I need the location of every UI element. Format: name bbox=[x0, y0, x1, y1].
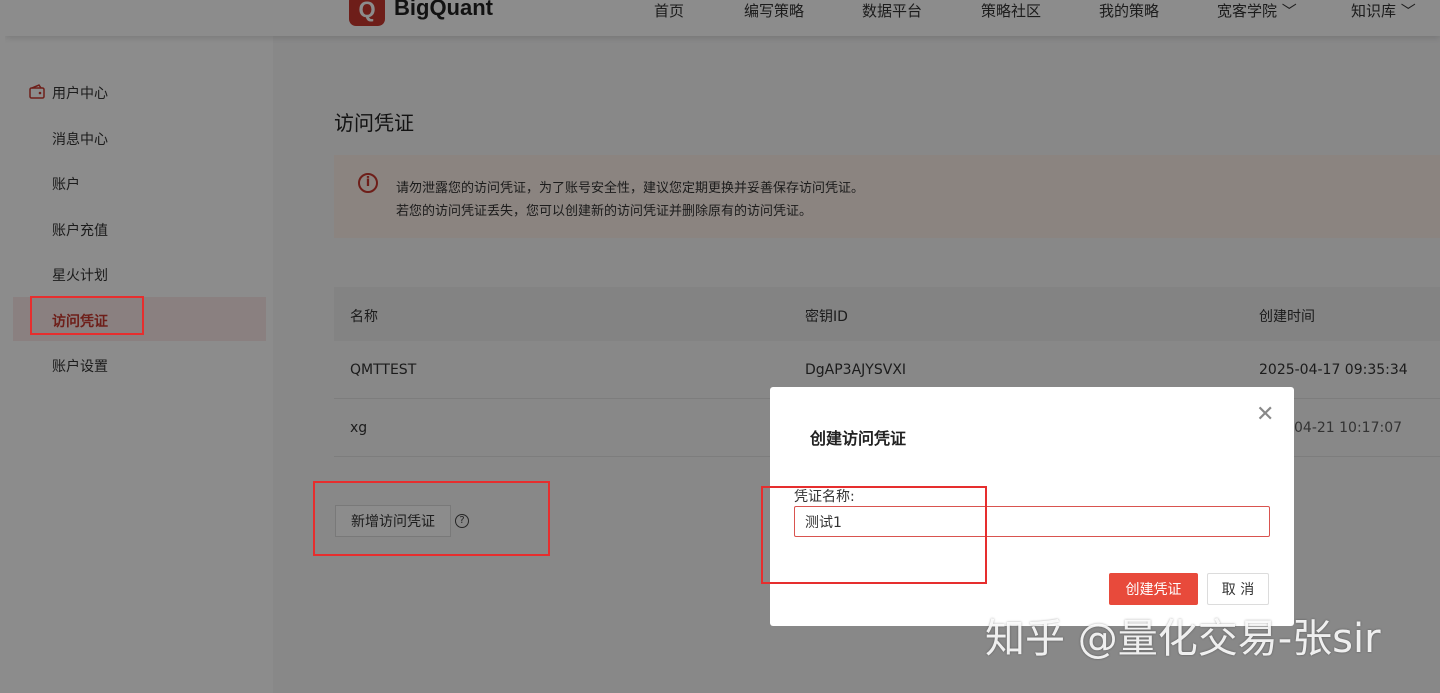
close-icon[interactable]: ✕ bbox=[1256, 404, 1274, 426]
annotation-box-name-field bbox=[761, 486, 987, 584]
watermark: 知乎 @量化交易-张sir bbox=[985, 616, 1381, 662]
annotation-box-sidebar bbox=[30, 296, 144, 335]
dialog-title: 创建访问凭证 bbox=[810, 429, 907, 448]
create-credential-button[interactable]: 创建凭证 bbox=[1109, 573, 1198, 605]
annotation-box-add-button bbox=[313, 481, 550, 556]
cancel-button[interactable]: 取 消 bbox=[1207, 573, 1269, 605]
table-row-created: 04-21 10:17:07 bbox=[1294, 420, 1403, 436]
